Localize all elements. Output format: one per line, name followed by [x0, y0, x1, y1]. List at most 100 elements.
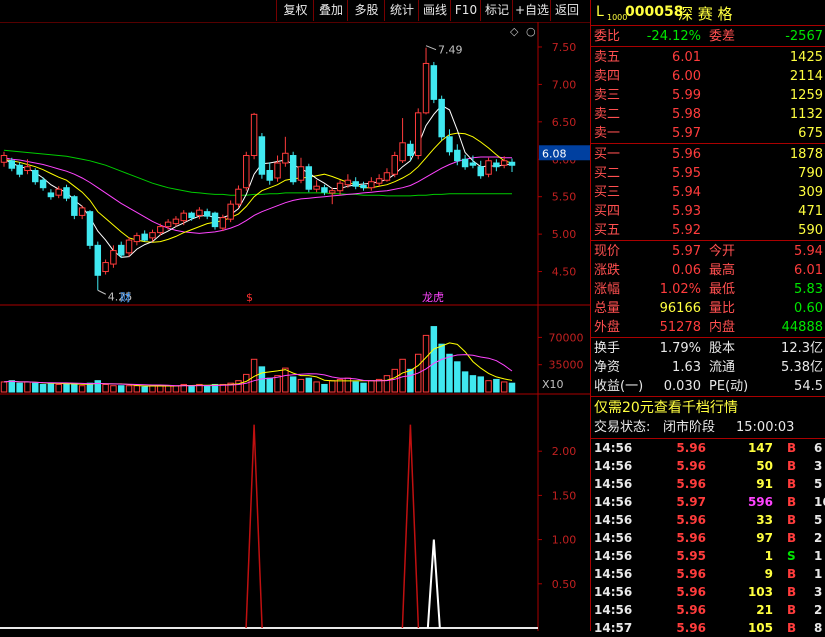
stat-value: 5.94 [794, 244, 823, 259]
bid-label: 买一 [594, 147, 621, 162]
current-price-value: 6.08 [542, 147, 567, 160]
volume-bar [383, 375, 391, 393]
stock-prefix: L [596, 4, 604, 20]
stat2-row: 净资 1.63 流通 5.38亿 [591, 358, 825, 377]
divider [591, 240, 825, 241]
promo-row[interactable]: 仅需20元查看千档行情 [591, 399, 825, 418]
volume-bar [352, 381, 359, 393]
toolbar-button-1[interactable]: 叠加 [313, 0, 348, 21]
status-value: 闭市阶段 [663, 420, 716, 435]
tick-price: 5.96 [676, 477, 706, 491]
toolbar-button-6[interactable]: 标记 [480, 0, 513, 21]
ask-volume: 2114 [789, 69, 823, 84]
tick-side: B [787, 621, 797, 635]
weicha-label: 委差 [709, 29, 736, 44]
candle-body [368, 181, 375, 189]
stat-row: 涨幅 1.02% 最低 5.83 [591, 280, 825, 299]
volume-bar [63, 382, 70, 393]
settings-icon: ○ [526, 25, 536, 38]
ask-label: 卖四 [594, 69, 621, 84]
candle-body [352, 181, 359, 187]
toolbar-button-4[interactable]: 画线 [418, 0, 451, 21]
tick-volume: 91 [756, 477, 773, 491]
status-label: 交易状态: [594, 420, 651, 435]
candle-body [430, 65, 438, 100]
bid-volume: 471 [798, 204, 823, 219]
volume-axis-label: 35000 [549, 359, 584, 372]
candle-body [227, 203, 234, 220]
tick-row: 14:56 5.96 91 B 5 [591, 475, 825, 493]
candle-body [438, 98, 445, 138]
bid-price: 5.95 [672, 166, 701, 181]
low-pointer [97, 289, 107, 295]
candle-body [375, 178, 383, 184]
tick-side: B [787, 459, 797, 473]
toolbar-button-8[interactable]: 返回 [550, 0, 583, 21]
toolbar-button-2[interactable]: 多股 [347, 0, 385, 21]
tick-row: 14:56 5.96 50 B 3 [591, 457, 825, 475]
volume-bar [78, 385, 86, 393]
tick-count: 2 [814, 603, 823, 617]
stat-value: 54.5 [794, 379, 823, 394]
candle-body [407, 143, 414, 157]
marker-dollar: $ [246, 291, 253, 304]
tick-side: B [787, 585, 797, 599]
stat-label: 流通 [709, 360, 736, 375]
toolbar-button-0[interactable]: 复权 [276, 0, 314, 21]
candle-body [0, 155, 8, 163]
candle-body [141, 233, 148, 241]
price-axis-label: 5.00 [552, 228, 577, 241]
tick-time: 14:56 [594, 513, 633, 527]
volume-bar [133, 385, 141, 393]
volume-bar [508, 382, 516, 393]
candle-body [508, 161, 516, 166]
price-axis-label: 6.50 [552, 116, 577, 129]
tick-time: 14:56 [594, 441, 633, 455]
toolbar-button-5[interactable]: F10 [450, 0, 481, 21]
stat-label: 总量 [594, 301, 621, 316]
tick-count: 5 [814, 513, 823, 527]
tick-volume: 9 [764, 567, 773, 581]
tick-count: 2 [814, 531, 823, 545]
toolbar-button-3[interactable]: 统计 [384, 0, 419, 21]
tick-row: 14:56 5.95 1 S 1 [591, 547, 825, 565]
ask-volume: 675 [798, 126, 823, 141]
candle-body [24, 166, 31, 171]
candle-body [383, 172, 391, 181]
kline-chart[interactable]: ◇○7.507.006.506.005.505.004.506.087.494.… [0, 22, 590, 631]
divider [591, 143, 825, 144]
candle-body [289, 155, 297, 183]
candle-body [360, 184, 367, 189]
candle-body [297, 166, 305, 181]
candle-body [102, 262, 109, 273]
candle-body [164, 221, 172, 228]
volume-bar [329, 380, 336, 393]
volume-bar [141, 386, 148, 393]
tick-price: 5.97 [676, 495, 706, 509]
candle-body [94, 244, 102, 276]
candle-body [203, 211, 211, 217]
indicator-axis-label: 1.00 [552, 534, 577, 547]
volume-bar [368, 380, 375, 393]
candle-body [313, 185, 320, 190]
candle-body [329, 190, 336, 194]
stat-label: 换手 [594, 341, 621, 356]
ask-row: 卖五 6.01 1425 [591, 48, 825, 67]
tick-time: 14:56 [594, 459, 633, 473]
tick-time: 14:56 [594, 477, 633, 491]
candle-body [172, 218, 180, 225]
tick-price: 5.96 [676, 621, 706, 635]
volume-bar [399, 358, 406, 393]
tick-price: 5.95 [676, 549, 706, 563]
toolbar-button-7[interactable]: +自选 [512, 0, 551, 21]
quote-panel: L 1000 000058 深 赛 格 委比 -24.12% 委差 -2567 卖五 6.… [590, 0, 825, 635]
candle-body [71, 196, 78, 216]
tick-time: 14:56 [594, 495, 633, 509]
volume-bar [188, 385, 195, 393]
candle-body [500, 160, 508, 166]
tick-price: 5.96 [676, 513, 706, 527]
stock-header: L 1000 000058 深 赛 格 [591, 0, 825, 26]
candle-body [180, 212, 187, 222]
stat-label: 今开 [709, 244, 736, 259]
tick-row: 14:56 5.97 596 B 16 [591, 493, 825, 511]
